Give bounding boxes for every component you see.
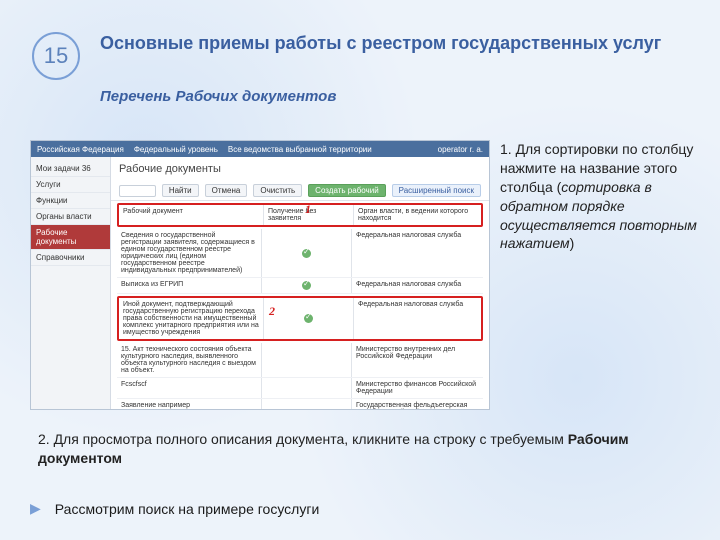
table-row[interactable]: Сведения о государственной регистрации з… xyxy=(117,229,483,278)
topbar-scope[interactable]: Все ведомства выбранной территории xyxy=(228,145,372,154)
cell-doc: 15. Акт технического состояния объекта к… xyxy=(117,343,262,377)
sidebar-item[interactable]: Услуги xyxy=(31,177,110,193)
sidebar-item[interactable]: Мои задачи 36 xyxy=(31,161,110,177)
bullet-arrow-icon: ▶ xyxy=(30,500,41,517)
slide-subtitle: Перечень Рабочих документов xyxy=(100,88,336,105)
cell-doc: Иной документ, подтверждающий государств… xyxy=(119,298,264,339)
bullet-text: Рассмотрим поиск на примере госуслуги xyxy=(55,501,320,517)
screenshot-registry-app: Российская Федерация Федеральный уровень… xyxy=(30,140,490,410)
cell-authority: Министерство финансов Российской Федерац… xyxy=(352,378,483,398)
cancel-button[interactable]: Отмена xyxy=(205,184,248,197)
cell-authority: Федеральная налоговая служба xyxy=(352,229,483,277)
adv-search-button[interactable]: Расширенный поиск xyxy=(392,184,481,197)
cell-ok xyxy=(262,378,352,398)
topbar-level[interactable]: Федеральный уровень xyxy=(134,145,218,154)
instruction-2-text: 2. Для просмотра полного описания докуме… xyxy=(38,431,568,447)
sidebar: Мои задачи 36УслугиФункцииОрганы властиР… xyxy=(31,157,111,409)
table-row[interactable]: 15. Акт технического состояния объекта к… xyxy=(117,343,483,378)
search-input[interactable] xyxy=(119,185,156,197)
cell-doc: Заявление например xyxy=(117,399,262,410)
main-heading: Рабочие документы xyxy=(111,157,489,181)
cell-doc: Выписка из ЕГРИП xyxy=(117,278,262,293)
instruction-2: 2. Для просмотра полного описания докуме… xyxy=(38,430,678,468)
col-header-authority[interactable]: Орган власти, в ведении которого находит… xyxy=(354,205,481,225)
cell-ok xyxy=(262,343,352,377)
instruction-1-tail: ) xyxy=(570,235,575,251)
search-button[interactable]: Найти xyxy=(162,184,199,197)
callout-marker-1: 1 xyxy=(305,202,311,217)
cell-authority: Государственная фельдъегерская служба Ро… xyxy=(352,399,483,410)
sidebar-item[interactable]: Органы власти xyxy=(31,209,110,225)
table-row[interactable]: Fcscfscf Министерство финансов Российской… xyxy=(117,378,483,399)
check-icon xyxy=(304,314,313,323)
sidebar-item[interactable]: Функции xyxy=(31,193,110,209)
cell-ok xyxy=(262,229,352,277)
cell-authority: Министерство внутренних дел Российской Ф… xyxy=(352,343,483,377)
cell-authority: Федеральная налоговая служба xyxy=(352,278,483,293)
cell-doc: Сведения о государственной регистрации з… xyxy=(117,229,262,277)
table-row[interactable]: 2 Иной документ, подтверждающий государст… xyxy=(117,296,483,341)
clear-button[interactable]: Очистить xyxy=(253,184,302,197)
create-button[interactable]: Создать рабочий xyxy=(308,184,385,197)
cell-doc: Fcscfscf xyxy=(117,378,262,398)
sidebar-item[interactable]: Рабочие документы xyxy=(31,225,110,250)
table-row[interactable]: Выписка из ЕГРИП Федеральная налоговая сл… xyxy=(117,278,483,294)
bullet-line: ▶ Рассмотрим поиск на примере госуслуги xyxy=(30,500,319,517)
topbar-user[interactable]: operator r. a. xyxy=(438,145,483,154)
check-icon xyxy=(302,281,311,290)
topbar-region[interactable]: Российская Федерация xyxy=(37,145,124,154)
check-icon xyxy=(302,249,311,258)
sidebar-item[interactable]: Справочники xyxy=(31,250,110,266)
col-header-doc[interactable]: Рабочий документ xyxy=(119,205,264,225)
toolbar: Найти Отмена Очистить Создать рабочий Ра… xyxy=(111,181,489,201)
cell-ok xyxy=(262,399,352,410)
slide-number-badge: 15 xyxy=(32,32,80,80)
table-header: 1 Рабочий документ Получение без заявите… xyxy=(117,203,483,227)
cell-authority: Федеральная налоговая служба xyxy=(354,298,481,339)
cell-ok xyxy=(262,278,352,293)
table-row[interactable]: Заявление например Государственная фельдъ… xyxy=(117,399,483,410)
slide-title: Основные приемы работы с реестром госуда… xyxy=(100,32,670,55)
callout-marker-2: 2 xyxy=(269,304,275,319)
app-topbar: Российская Федерация Федеральный уровень… xyxy=(31,141,489,157)
cell-ok xyxy=(264,298,354,339)
instruction-1: 1. Для сортировки по столбцу нажмите на … xyxy=(500,140,700,253)
